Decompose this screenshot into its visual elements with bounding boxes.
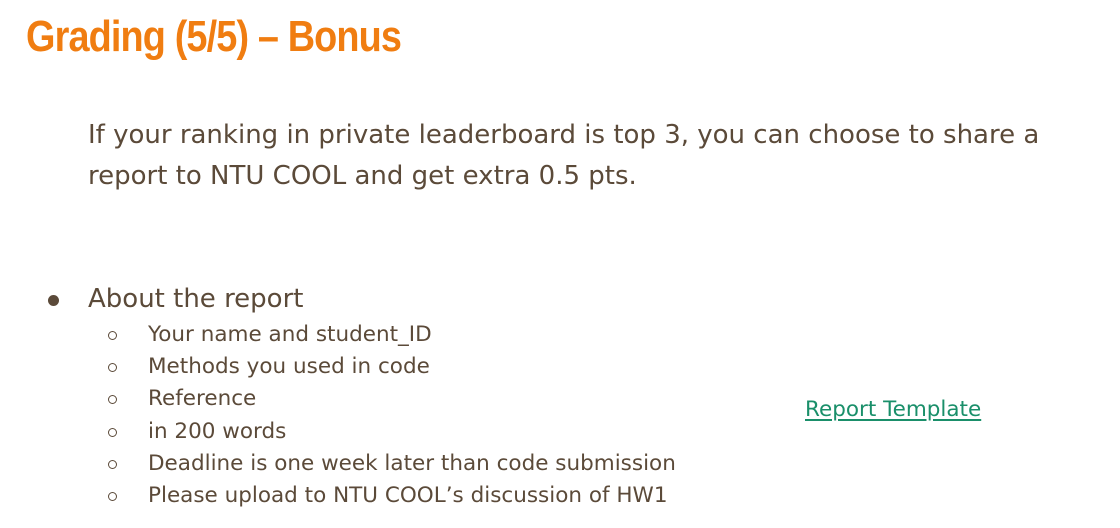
sub-item-deadline: Deadline is one week later than code sub… [108, 448, 676, 480]
sub-item-upload: Please upload to NTU COOL’s discussion o… [108, 480, 676, 512]
sub-item-reference: Reference [108, 383, 676, 415]
bullet-text-line-2: report to NTU COOL and get extra 0.5 pts… [88, 161, 637, 191]
sub-item-text: Reference [148, 386, 257, 412]
hollow-circle-icon [108, 395, 117, 405]
sub-item-name-id: Your name and student_ID [108, 319, 676, 351]
bullet-text-line-1: If your ranking in private leaderboard i… [88, 120, 1040, 150]
slide: Grading (5/5) – Bonus If your ranking in… [0, 0, 1120, 528]
sub-item-text: Please upload to NTU COOL’s discussion o… [148, 483, 668, 509]
sub-item-text: Your name and student_ID [148, 322, 432, 347]
sub-item-methods: Methods you used in code [108, 351, 676, 383]
hollow-circle-icon [108, 459, 117, 469]
bullet-item-about-report: About the report [48, 279, 304, 320]
hollow-circle-icon [108, 331, 117, 340]
sub-item-word-limit: in 200 words [108, 416, 676, 448]
report-requirements-list: Your name and student_ID Methods you use… [108, 319, 676, 512]
sub-item-text: in 200 words [148, 418, 287, 444]
sub-item-text: Deadline is one week later than code sub… [148, 450, 676, 476]
hollow-circle-icon [108, 492, 117, 502]
hollow-circle-icon [108, 363, 117, 373]
hollow-circle-icon [108, 427, 117, 437]
bullet-item-leaderboard: If your ranking in private leaderboard i… [88, 115, 1120, 197]
report-template-link[interactable]: Report Template [805, 394, 981, 426]
filled-circle-icon [48, 295, 59, 306]
bullet-text: About the report [88, 284, 304, 314]
sub-item-text: Methods you used in code [148, 354, 430, 380]
slide-title: Grading (5/5) – Bonus [26, 12, 402, 61]
